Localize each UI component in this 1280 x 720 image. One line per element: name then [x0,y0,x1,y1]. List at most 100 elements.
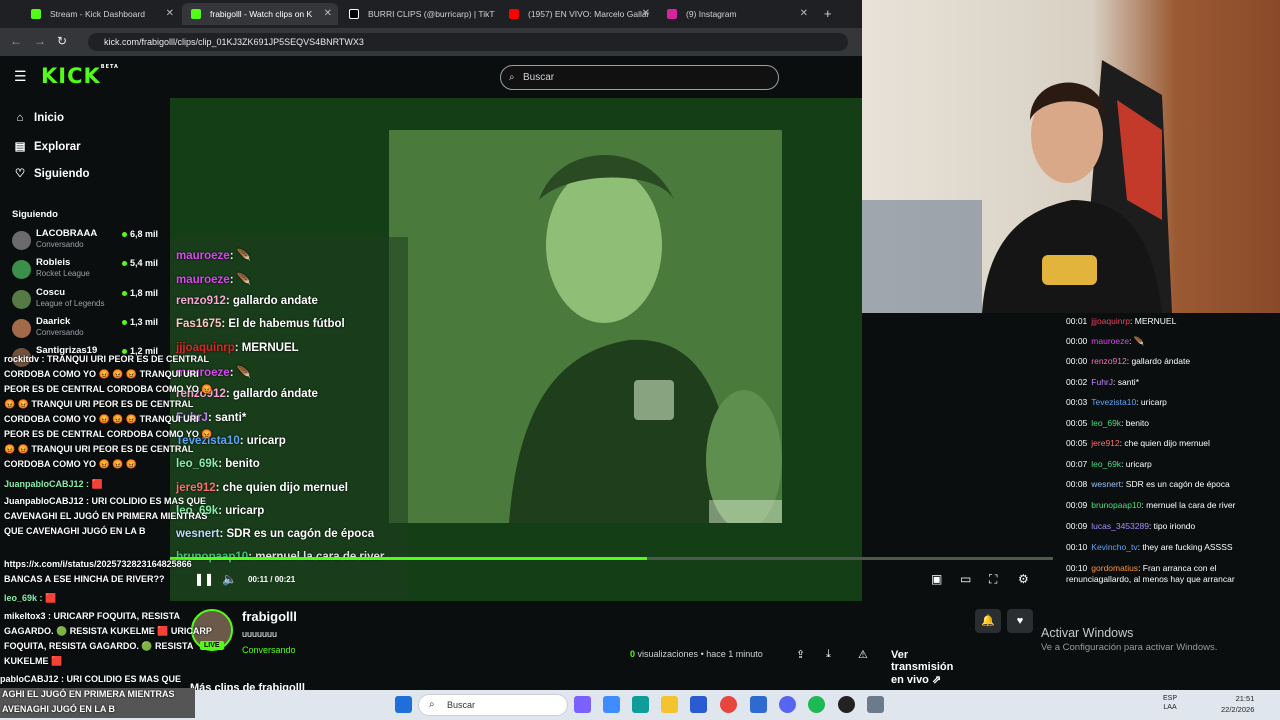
clock[interactable]: 21:51 22/2/2026 [1221,693,1254,715]
windows-start-icon[interactable] [395,696,412,713]
streamer-category: Conversando [36,328,84,337]
pip-icon[interactable]: ▣ [931,572,942,586]
stream-title: uuuuuuu [242,629,278,639]
close-tab-icon[interactable]: ✕ [166,3,174,25]
theater-mode-icon[interactable]: ▭ [960,572,971,586]
download-icon[interactable]: ⤓ [826,648,831,661]
copilot-icon[interactable] [603,696,620,713]
instagram-favicon-icon [667,9,677,19]
tab-youtube-live[interactable]: (1957) EN VIVO: Marcelo Gallar ✕ [500,3,656,25]
tab-title: frabigolll - Watch clips on K [210,9,313,19]
kick-favicon-icon [31,9,41,19]
avatar [12,231,31,250]
chat-message: 00:00 mauroeze: 🪶 [1066,336,1145,346]
spotify-icon[interactable] [808,696,825,713]
forward-icon[interactable]: → [34,34,46,48]
input-language[interactable]: ESP LAA [1163,694,1177,712]
chat-message: 00:10 gordomatius: Fran arranca con el re… [1066,563,1235,584]
taskbar-search[interactable]: ⌕ Buscar [418,694,568,716]
streamer-name: Robleis [36,257,71,268]
chat-message: 00:10 Kevincho_tv: they are fucking ASSSS [1066,542,1233,552]
heart-icon: ♥ [1016,615,1024,627]
following-item[interactable]: Daarick Conversando 1,3 mil [12,316,160,344]
nav-label: Inicio [34,112,65,124]
following-item[interactable]: Coscu League of Legends 1,8 mil [12,287,160,315]
overlay-line: FOQUITA, RESISTA GAGARDO. 🟢 RESISTA [4,641,194,651]
nav-label: Explorar [34,141,81,153]
search-input[interactable]: ⌕ Buscar [500,65,779,90]
avatar [12,290,31,309]
watch-live-button[interactable]: Ver transmisión en vivo ⇗ [891,649,953,686]
tab-title: Stream - Kick Dashboard [50,9,145,19]
calculator-icon[interactable] [867,696,884,713]
windows-activation-watermark: Activar Windows Ve a Configuración para … [1041,626,1271,653]
streamer-category: Rocket League [36,269,90,278]
clip-video-frame [389,130,782,523]
teams-icon[interactable] [574,696,591,713]
search-placeholder: Buscar [523,72,555,83]
discord-icon[interactable] [779,696,796,713]
taskbar-search-label: Buscar [447,700,476,710]
obs-icon[interactable] [838,696,855,713]
following-item[interactable]: Robleis Rocket League 5,4 mil [12,257,160,285]
tab-kick-dashboard[interactable]: Stream - Kick Dashboard ✕ [22,3,180,25]
stream-category[interactable]: Conversando [242,645,296,655]
close-tab-icon[interactable]: ✕ [642,3,650,25]
home-icon: ⌂ [16,112,24,124]
following-item[interactable]: LACOBRAAA Conversando 6,8 mil [12,228,160,256]
nav-explorar[interactable]: ▤ Explorar [12,139,81,153]
chrome-icon[interactable] [720,696,737,713]
heart-icon: ♡ [14,168,26,180]
kick-logo[interactable]: KICKBETA [41,64,119,88]
chat-message: 00:03 Tevezista10: uricarp [1066,397,1167,407]
overlay-line: QUE CAVENAGHI JUGÓ EN LA B [4,526,146,536]
report-icon[interactable]: ⚠ [858,648,868,661]
clip-player[interactable]: mauroeze: 🪶 mauroeze: 🪶 renzo912: gallar… [170,98,1053,601]
chat-message: 00:09 lucas_3453289: tipo iriondo [1066,521,1196,531]
close-tab-icon[interactable]: ✕ [800,3,808,25]
explore-icon: ▤ [14,141,26,153]
overlay-chat-message: renzo912: gallardo andate [176,295,318,307]
viewer-count: 6,8 mil [122,229,158,239]
tiktok-favicon-icon [349,9,359,19]
webcam-feed [862,0,1280,313]
overlay-footer: AGHI EL JUGÓ EN PRIMERA MIENTRAS AVENAGH… [0,688,195,718]
progress-fill[interactable] [170,557,647,560]
nav-inicio[interactable]: ⌂ Inicio [12,112,65,124]
menu-icon[interactable]: ☰ [14,68,27,85]
store-icon[interactable] [690,696,707,713]
overlay-line: CORDOBA COMO YO 😡 😡 😡 TRANQUI URI [4,414,199,424]
overlay-line: JuanpabloCABJ12 : 🟥 [4,479,103,489]
settings-icon[interactable]: ⚙ [1018,572,1029,586]
close-tab-icon[interactable]: ✕ [324,3,332,25]
tab-instagram[interactable]: (9) Instagram ✕ [658,3,814,25]
url-input[interactable]: kick.com/frabigolll/clips/clip_01KJ3ZK69… [88,33,848,51]
following-section-title: Siguiendo [12,209,58,220]
view-count: 0 visualizaciones • hace 1 minuto [630,649,763,659]
chat-message: 00:02 FuhrJ: santi* [1066,377,1140,387]
fullscreen-icon[interactable]: ⛶ [989,572,997,587]
reload-icon[interactable]: ↻ [57,34,67,48]
share-icon[interactable]: ⇪ [796,648,805,661]
overlay-line: PEOR ES DE CENTRAL CORDOBA COMO YO 😡 [4,384,213,394]
edge-icon[interactable] [632,696,649,713]
channel-name[interactable]: frabigolll [242,609,297,624]
follow-button[interactable]: ♥ [1007,609,1033,633]
overlay-chat-message: Fas1675: El de habemus fútbol [176,318,345,330]
avatar [12,319,31,338]
tab-frabigolll-clip[interactable]: frabigolll - Watch clips on K ✕ [182,3,338,25]
app-icon[interactable] [750,696,767,713]
viewer-count: 1,8 mil [122,288,158,298]
tab-burri-tiktok[interactable]: BURRI CLIPS (@burricarp) | TikT [340,3,498,25]
new-tab-icon[interactable]: + [824,6,832,21]
youtube-favicon-icon [509,9,519,19]
streamer-name: LACOBRAAA [36,228,98,239]
notification-bell-button[interactable]: 🔔 [975,609,1001,633]
file-explorer-icon[interactable] [661,696,678,713]
back-icon[interactable]: ← [10,34,22,48]
overlay-line: mikeltox3 : URICARP FOQUITA, RESISTA [4,611,181,621]
search-icon: ⌕ [429,699,435,710]
tab-title: BURRI CLIPS (@burricarp) | TikT [368,9,495,19]
chat-message: 00:08 wesnert: SDR es un cagón de época [1066,479,1230,489]
nav-siguiendo[interactable]: ♡ Siguiendo [12,166,90,180]
